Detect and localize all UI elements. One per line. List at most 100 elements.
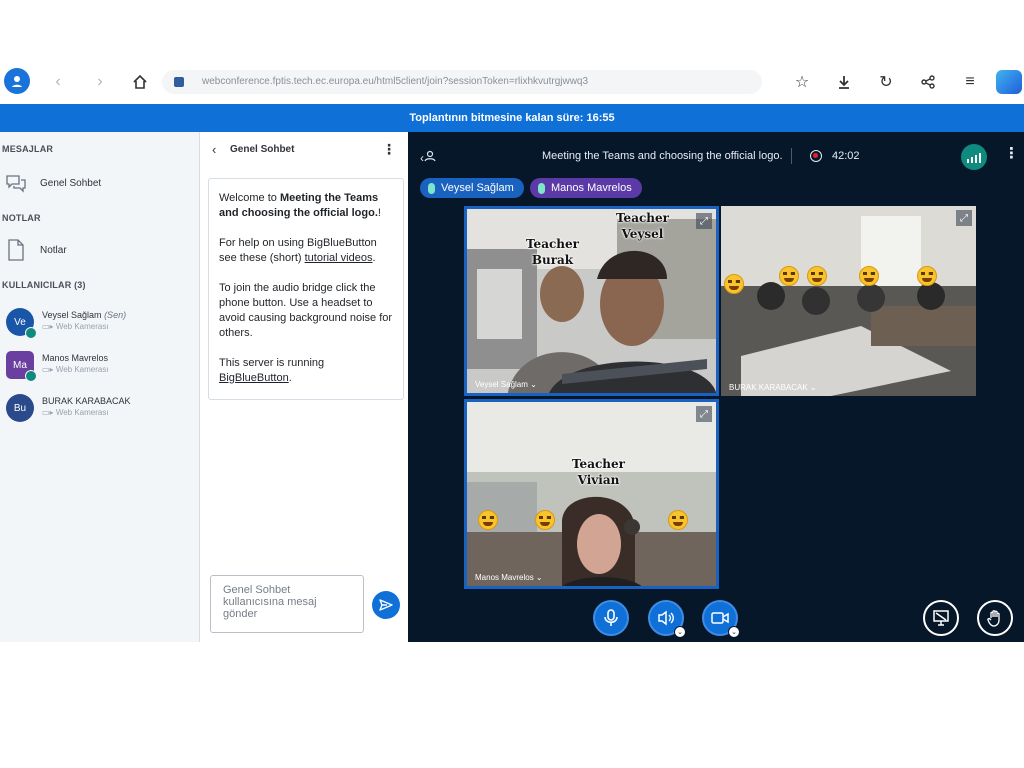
emoji-face-icon <box>859 266 879 286</box>
user-name: Veysel Sağlam (Sen) <box>42 310 126 320</box>
talker-name: Manos Mavrelos <box>551 182 632 194</box>
tile-user-name: BURAK KARABACAK <box>729 383 808 392</box>
welcome-end: ! <box>377 207 381 219</box>
help-paragraph: For help on using BigBlueButton see thes… <box>219 236 393 266</box>
mute-microphone-button[interactable] <box>593 600 629 636</box>
user-name-text: Veysel Sağlam <box>42 310 102 320</box>
bookmark-star-icon[interactable]: ☆ <box>790 70 814 94</box>
chat-panel: ‹ Genel Sohbet ⋮ Welcome to Meeting the … <box>200 132 408 642</box>
audio-paragraph: To join the audio bridge click the phone… <box>219 282 393 339</box>
forward-icon[interactable]: › <box>88 70 112 94</box>
avatar-initials: Ma <box>13 359 27 371</box>
public-chat-entry[interactable]: Genel Sohbet <box>4 172 101 194</box>
home-icon[interactable] <box>128 70 152 94</box>
expand-icon[interactable]: ⤢ <box>696 406 712 422</box>
overlay-caption: Teacher Vivian <box>572 457 625 487</box>
user-item-burak[interactable]: Bu BURAK KARABACAK ▭▸ Web Kamerası <box>4 392 194 428</box>
chat-bubbles-icon <box>4 172 28 194</box>
share-icon[interactable] <box>916 70 940 94</box>
recording-time: 42:02 <box>832 150 860 162</box>
user-name-text: Manos Mavrelos <box>42 353 109 363</box>
user-item-manos[interactable]: Ma Manos Mavrelos ▭▸ Web Kamerası <box>4 349 194 385</box>
notes-document-icon <box>4 239 28 261</box>
menu-icon[interactable]: ≡ <box>958 70 982 94</box>
user-name: BURAK KARABACAK <box>42 396 131 406</box>
microphone-icon <box>538 182 545 194</box>
signal-bars-icon[interactable] <box>961 144 987 170</box>
send-message-button[interactable] <box>372 591 400 619</box>
video-tile-burak[interactable]: ⤢ BURAK KARABACAK ⌄ <box>721 206 976 396</box>
tile-user-name: Veysel Sağlam <box>475 380 528 389</box>
copilot-icon[interactable] <box>996 70 1022 94</box>
notes-entry[interactable]: Notlar <box>4 239 67 261</box>
webcam-icon: ▭▸ <box>42 408 54 417</box>
audio-settings-button[interactable]: ⌄ <box>648 600 686 638</box>
reload-icon[interactable]: ↻ <box>874 70 898 94</box>
chevron-left-icon[interactable]: ‹ <box>212 142 216 157</box>
title-divider <box>791 148 792 164</box>
notes-section-title: NOTLAR <box>2 213 41 223</box>
video-camera-icon <box>711 612 729 624</box>
public-chat-label: Genel Sohbet <box>40 177 102 189</box>
send-icon <box>379 599 393 611</box>
meeting-title: Meeting the Teams and choosing the offic… <box>542 150 783 162</box>
video-tile-veysel[interactable]: Teacher Burak Teacher Veysel ⤢ Veysel Sağl… <box>464 206 719 396</box>
tutorial-videos-link[interactable]: tutorial videos <box>305 252 373 264</box>
webcam-icon: ▭▸ <box>42 365 54 374</box>
emoji-face-icon <box>724 274 744 294</box>
meeting-time-remaining-banner: Toplantının bitmesine kalan süre: 16:55 <box>0 104 1024 132</box>
profile-icon[interactable] <box>4 68 30 94</box>
server-text: This server is running <box>219 357 325 369</box>
talking-indicator[interactable]: Manos Mavrelos <box>530 178 642 198</box>
recording-indicator-icon[interactable] <box>810 150 822 162</box>
emoji-face-icon <box>807 266 827 286</box>
bigbluebutton-link[interactable]: BigBlueButton <box>219 372 289 384</box>
options-menu-icon[interactable]: ⋮ <box>1004 144 1019 162</box>
tile-user-label: Manos Mavrelos ⌄ <box>475 573 543 582</box>
notes-label: Notlar <box>40 244 67 256</box>
microphone-icon <box>428 182 435 194</box>
emoji-face-icon <box>478 510 498 530</box>
expand-icon[interactable]: ⤢ <box>956 210 972 226</box>
share-webcam-button[interactable]: ⌄ <box>702 600 740 638</box>
presentation-button[interactable] <box>923 600 959 636</box>
overlay-caption: Teacher Veysel <box>616 211 669 241</box>
address-bar[interactable]: webconference.fptis.tech.ec.europa.eu/ht… <box>162 70 762 94</box>
hand-icon <box>987 610 1000 627</box>
tile-user-label: Veysel Sağlam ⌄ <box>475 380 537 389</box>
chevron-down-icon[interactable]: ⌄ <box>728 626 740 638</box>
webcam-feed <box>467 402 716 586</box>
toggle-userlist-icon[interactable]: ‹ <box>420 150 436 165</box>
user-status-text: Web Kamerası <box>55 322 109 331</box>
user-status-text: Web Kamerası <box>55 408 109 417</box>
user-name-text: BURAK KARABACAK <box>42 396 131 406</box>
speaker-icon <box>658 610 674 626</box>
overlay-caption: Teacher Burak <box>526 237 579 267</box>
chat-options-icon[interactable]: ⋮ <box>382 141 396 158</box>
avatar-initials: Ve <box>14 316 26 328</box>
browser-toolbar: ‹ › webconference.fptis.tech.ec.europa.e… <box>0 68 1024 104</box>
download-icon[interactable] <box>832 70 856 94</box>
user-status: ▭▸ Web Kamerası <box>42 365 109 374</box>
talker-name: Veysel Sağlam <box>441 182 514 194</box>
webcam-feed <box>467 209 716 393</box>
emoji-face-icon <box>779 266 799 286</box>
user-item-veysel[interactable]: Ve Veysel Sağlam (Sen) ▭▸ Web Kamerası <box>4 306 194 342</box>
avatar-initials: Bu <box>13 402 27 414</box>
user-list-panel: MESAJLAR Genel Sohbet NOTLAR Notlar KULL… <box>0 132 200 642</box>
microphone-status-icon <box>25 327 37 339</box>
back-icon[interactable]: ‹ <box>46 70 70 94</box>
url-text: webconference.fptis.tech.ec.europa.eu/ht… <box>202 76 589 87</box>
chat-message-input[interactable]: Genel Sohbet kullanıcısına mesaj gönder <box>210 575 364 633</box>
server-paragraph: This server is running BigBlueButton. <box>219 356 393 386</box>
user-status: ▭▸ Web Kamerası <box>42 322 109 331</box>
expand-icon[interactable]: ⤢ <box>696 213 712 229</box>
chat-title[interactable]: Genel Sohbet <box>230 144 294 155</box>
raise-hand-button[interactable] <box>977 600 1013 636</box>
help-suffix: . <box>372 252 376 264</box>
chevron-down-icon[interactable]: ⌄ <box>674 626 686 638</box>
webcam-icon: ▭▸ <box>42 322 54 331</box>
video-tile-manos[interactable]: Teacher Vivian ⤢ Manos Mavrelos ⌄ <box>464 399 719 589</box>
talking-indicator[interactable]: Veysel Sağlam <box>420 178 524 198</box>
users-section-title: KULLANICILAR (3) <box>2 280 86 290</box>
